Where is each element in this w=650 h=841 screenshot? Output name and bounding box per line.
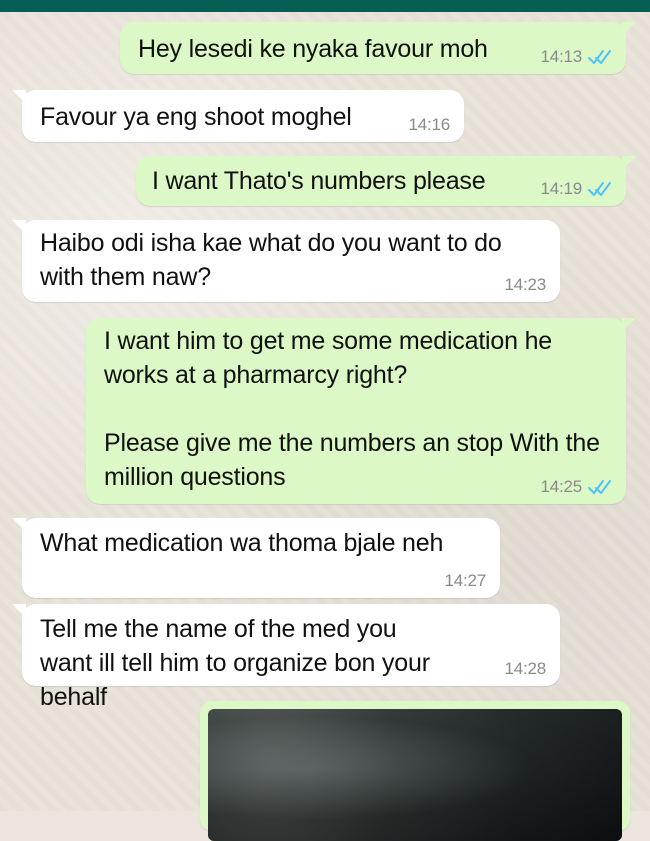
- message-bubble-incoming[interactable]: Haibo odi isha kae what do you want to d…: [12, 220, 560, 302]
- message-text: Tell me the name of the med you want ill…: [40, 615, 437, 711]
- read-double-check-icon: [588, 182, 612, 196]
- message-text: I want him to get me some medication he …: [104, 327, 600, 491]
- message-meta: 14:25: [540, 478, 612, 496]
- message-time: 14:28: [504, 659, 546, 678]
- image-preview[interactable]: [208, 709, 622, 841]
- message-text: I want Thato's numbers please: [152, 167, 486, 195]
- image-thumbnail: [208, 709, 622, 841]
- message-meta: 14:23: [504, 276, 546, 294]
- message-time: 14:23: [504, 275, 546, 294]
- message-time: 14:25: [540, 477, 582, 496]
- message-bubble-outgoing[interactable]: I want him to get me some medication he …: [86, 318, 636, 504]
- message-time: 14:13: [540, 47, 582, 66]
- conversation-thread[interactable]: Hey lesedi ke nyaka favour moh 14:13 Fav…: [0, 0, 650, 841]
- message-bubble-incoming[interactable]: Tell me the name of the med you want ill…: [12, 604, 560, 711]
- message-time: 14:16: [408, 115, 450, 134]
- read-double-check-icon: [588, 50, 612, 64]
- message-time: 14:27: [444, 571, 486, 590]
- message-text: Haibo odi isha kae what do you want to d…: [40, 229, 509, 291]
- message-meta: 14:16: [408, 116, 450, 134]
- read-double-check-icon: [588, 480, 612, 494]
- message-meta: 14:27: [444, 572, 486, 590]
- message-bubble-outgoing[interactable]: Hey lesedi ke nyaka favour moh 14:13: [120, 22, 636, 74]
- message-meta: 14:28: [504, 660, 546, 678]
- message-bubble-outgoing[interactable]: I want Thato's numbers please 14:19: [136, 156, 636, 206]
- message-text: Favour ya eng shoot moghel: [40, 103, 352, 131]
- message-time: 14:19: [540, 179, 582, 198]
- message-meta: 14:13: [540, 48, 612, 66]
- message-meta: 14:19: [540, 180, 612, 198]
- message-bubble-incoming[interactable]: What medication wa thoma bjale neh 14:27: [12, 518, 500, 598]
- message-bubble-incoming[interactable]: Favour ya eng shoot moghel 14:16: [12, 90, 464, 142]
- message-text: Hey lesedi ke nyaka favour moh: [138, 35, 488, 63]
- image-message-bubble[interactable]: [200, 701, 630, 841]
- message-text: What medication wa thoma bjale neh: [40, 529, 444, 557]
